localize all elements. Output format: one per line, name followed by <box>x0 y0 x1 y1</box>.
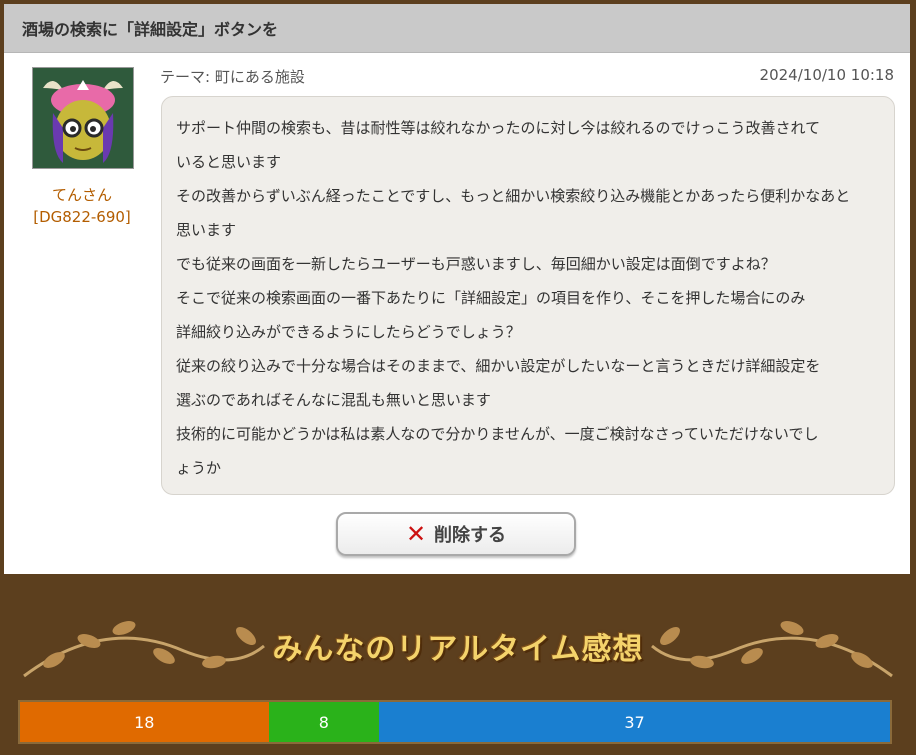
post-title: 酒場の検索に「詳細設定」ボタンを <box>4 4 910 53</box>
body-line: 選ぶのであればそんなに混乱も無いと思います <box>176 391 491 409</box>
author-name[interactable]: てんさん <box>14 184 150 205</box>
delete-button-label: 削除する <box>434 525 507 546</box>
reaction-segment[interactable]: 37 <box>379 702 890 742</box>
body-line: その改善からずいぶん経ったことですし、もっと細かい検索絞り込み機能とかあったら便… <box>176 187 851 205</box>
body-line: 思います <box>176 221 237 239</box>
reaction-bar: 18 8 37 <box>18 700 892 744</box>
realtime-banner: みんなのリアルタイム感想 <box>14 596 902 692</box>
close-icon: ✕ <box>405 520 427 548</box>
delete-button[interactable]: ✕ 削除する <box>336 512 576 556</box>
post-card: 酒場の検索に「詳細設定」ボタンを てんさん [DG822-690] テーマ: 町… <box>4 4 910 574</box>
post-theme: テーマ: 町にある施設 <box>160 68 305 86</box>
author-id: [DG822-690] <box>33 208 131 226</box>
body-line: 技術的に可能かどうかは私は素人なので分かりませんが、一度ご検討なさっていただけな… <box>176 425 819 443</box>
body-line: ょうか <box>176 459 222 477</box>
post-body: サポート仲間の検索も、昔は耐性等は絞れなかったのに対し今は絞れるのでけっこう改善… <box>176 111 882 485</box>
body-line: サポート仲間の検索も、昔は耐性等は絞れなかったのに対し今は絞れるのでけっこう改善… <box>176 119 821 137</box>
post-date: 2024/10/10 10:18 <box>759 66 894 84</box>
body-line: そこで従来の検索画面の一番下あたりに「詳細設定」の項目を作り、そこを押した場合に… <box>176 289 806 307</box>
page-frame: 酒場の検索に「詳細設定」ボタンを てんさん [DG822-690] テーマ: 町… <box>0 0 916 755</box>
body-line: 詳細絞り込みができるようにしたらどうでしょう？ <box>176 323 521 341</box>
body-line: 従来の絞り込みで十分な場合はそのままで、細かい設定がしたいなーと言うときだけ詳細… <box>176 357 821 375</box>
avatar[interactable] <box>32 67 134 169</box>
reaction-segment[interactable]: 8 <box>268 702 380 742</box>
character-portrait-icon <box>33 68 133 168</box>
post-body-bubble: サポート仲間の検索も、昔は耐性等は絞れなかったのに対し今は絞れるのでけっこう改善… <box>161 96 895 495</box>
body-line: いると思います <box>176 153 282 171</box>
reaction-segment[interactable]: 18 <box>20 702 269 742</box>
realtime-title: みんなのリアルタイム感想 <box>272 632 644 667</box>
body-line: でも従来の画面を一新したらユーザーも戸惑いますし、毎回細かい設定は面倒ですよね？ <box>176 255 776 273</box>
